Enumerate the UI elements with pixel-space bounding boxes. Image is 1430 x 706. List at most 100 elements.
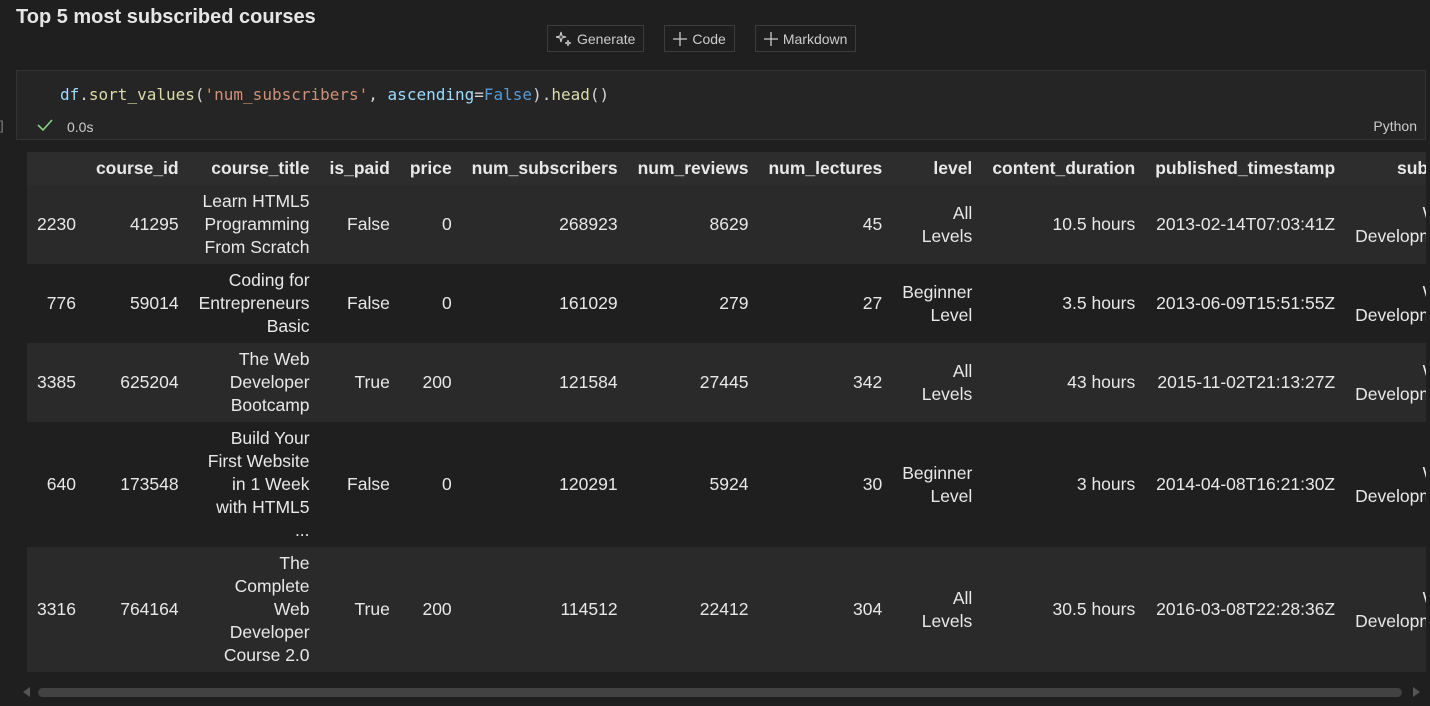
table-row: 640 173548 Build Your First Website in 1 W…: [27, 422, 1426, 547]
table-cell: 22412: [627, 547, 759, 672]
table-cell: Beginner Level: [892, 264, 983, 343]
code-token: .: [541, 85, 552, 104]
code-cell[interactable]: df.sort_values('num_subscribers', ascend…: [16, 70, 1426, 140]
code-token: ): [532, 85, 542, 104]
column-header: subject: [1345, 152, 1426, 185]
section-heading: Top 5 most subscribed courses: [16, 6, 316, 28]
table-body: 2230 41295 Learn HTML5 Programming From Sc…: [27, 185, 1426, 672]
table-cell: All Levels: [892, 547, 983, 672]
execution-status: 0.0s: [37, 118, 93, 135]
table-cell: 2015-11-02T21:13:27Z: [1145, 343, 1346, 422]
code-token: sort_values: [88, 85, 195, 104]
table-cell: 0: [399, 185, 462, 264]
table-cell: 10.5 hours: [982, 185, 1146, 264]
table-cell: False: [319, 422, 400, 547]
table-cell: 342: [758, 343, 893, 422]
table-cell: Beginner Level: [892, 422, 983, 547]
code-token: ascending: [387, 85, 475, 104]
table-cell: 121584: [461, 343, 628, 422]
table-cell: Web Development: [1345, 264, 1426, 343]
table-header-row: course_id course_title is_paid price num_sub…: [27, 152, 1426, 185]
table-cell: Web Development: [1345, 422, 1426, 547]
dataframe-table: course_id course_title is_paid price num_sub…: [27, 152, 1426, 672]
code-token: False: [483, 85, 533, 104]
table-cell: 173548: [85, 422, 189, 547]
execution-count: ]: [0, 118, 4, 133]
code-token: head: [551, 85, 590, 104]
row-index: 2230: [27, 185, 86, 264]
column-header: level: [892, 152, 983, 185]
code-label: Code: [692, 30, 726, 47]
table-cell: 2013-02-14T07:03:41Z: [1145, 185, 1346, 264]
row-index: 3316: [27, 547, 86, 672]
table-cell: 2013-06-09T15:51:55Z: [1145, 264, 1346, 343]
table-cell: All Levels: [892, 343, 983, 422]
execution-time: 0.0s: [67, 118, 94, 135]
table-cell: 0: [399, 264, 462, 343]
table-cell: Build Your First Website in 1 Week with …: [188, 422, 320, 547]
language-indicator[interactable]: Python: [1373, 118, 1417, 134]
add-markdown-button[interactable]: Markdown: [754, 25, 857, 52]
column-header: is_paid: [319, 152, 400, 185]
table-cell: 27: [758, 264, 893, 343]
code-token: .: [79, 85, 89, 104]
code-editor[interactable]: df.sort_values('num_subscribers', ascend…: [60, 85, 609, 104]
table-cell: 2014-04-08T16:21:30Z: [1145, 422, 1346, 547]
table-cell: Web Development: [1345, 185, 1426, 264]
code-token: (): [589, 85, 610, 104]
table-cell: 200: [399, 343, 462, 422]
column-header: num_reviews: [627, 152, 759, 185]
code-token: ,: [368, 85, 388, 104]
table-cell: 43 hours: [982, 343, 1146, 422]
table-cell: False: [319, 185, 400, 264]
check-icon: [37, 118, 53, 135]
table-cell: 0: [399, 422, 462, 547]
column-header: content_duration: [982, 152, 1146, 185]
table-cell: False: [319, 264, 400, 343]
table-cell: 114512: [461, 547, 628, 672]
table-cell: The Complete Web Developer Course 2.0: [188, 547, 320, 672]
scroll-right-icon[interactable]: [1413, 687, 1420, 697]
scroll-left-icon[interactable]: [23, 687, 30, 697]
column-header: course_id: [85, 152, 189, 185]
table-row: 2230 41295 Learn HTML5 Programming From Sc…: [27, 185, 1426, 264]
column-header: price: [399, 152, 462, 185]
code-token: =: [474, 85, 484, 104]
table-cell: 200: [399, 547, 462, 672]
row-index: 640: [27, 422, 86, 547]
table-cell: Web Development: [1345, 547, 1426, 672]
table-cell: 161029: [461, 264, 628, 343]
add-code-button[interactable]: Code: [664, 25, 735, 52]
column-header: course_title: [188, 152, 320, 185]
code-token: (: [194, 85, 205, 104]
code-token: df: [60, 85, 80, 104]
column-header: num_subscribers: [461, 152, 628, 185]
column-header: published_timestamp: [1145, 152, 1346, 185]
table-row: 776 59014 Coding for Entrepreneurs Basic Fa…: [27, 264, 1426, 343]
table-cell: Learn HTML5 Programming From Scratch: [188, 185, 320, 264]
index-header: [27, 152, 86, 185]
table-cell: 764164: [85, 547, 189, 672]
horizontal-scrollbar[interactable]: [20, 685, 1423, 699]
table-cell: 30.5 hours: [982, 547, 1146, 672]
table-cell: True: [319, 343, 400, 422]
plus-icon: [763, 31, 778, 46]
table-cell: Coding for Entrepreneurs Basic: [188, 264, 320, 343]
plus-icon: [673, 31, 688, 46]
table-cell: 3.5 hours: [982, 264, 1146, 343]
generate-button[interactable]: Generate: [547, 25, 645, 52]
output-area: course_id course_title is_paid price num_sub…: [27, 152, 1426, 686]
table-cell: Web Development: [1345, 343, 1426, 422]
generate-label: Generate: [577, 30, 636, 47]
table-cell: True: [319, 547, 400, 672]
row-index: 3385: [27, 343, 86, 422]
table-cell: 279: [627, 264, 759, 343]
table-cell: 45: [758, 185, 893, 264]
table-cell: 625204: [85, 343, 189, 422]
table-cell: All Levels: [892, 185, 983, 264]
table-cell: 59014: [85, 264, 189, 343]
scrollbar-thumb[interactable]: [38, 688, 1402, 697]
table-cell: 304: [758, 547, 893, 672]
row-index: 776: [27, 264, 86, 343]
table-cell: 8629: [627, 185, 759, 264]
